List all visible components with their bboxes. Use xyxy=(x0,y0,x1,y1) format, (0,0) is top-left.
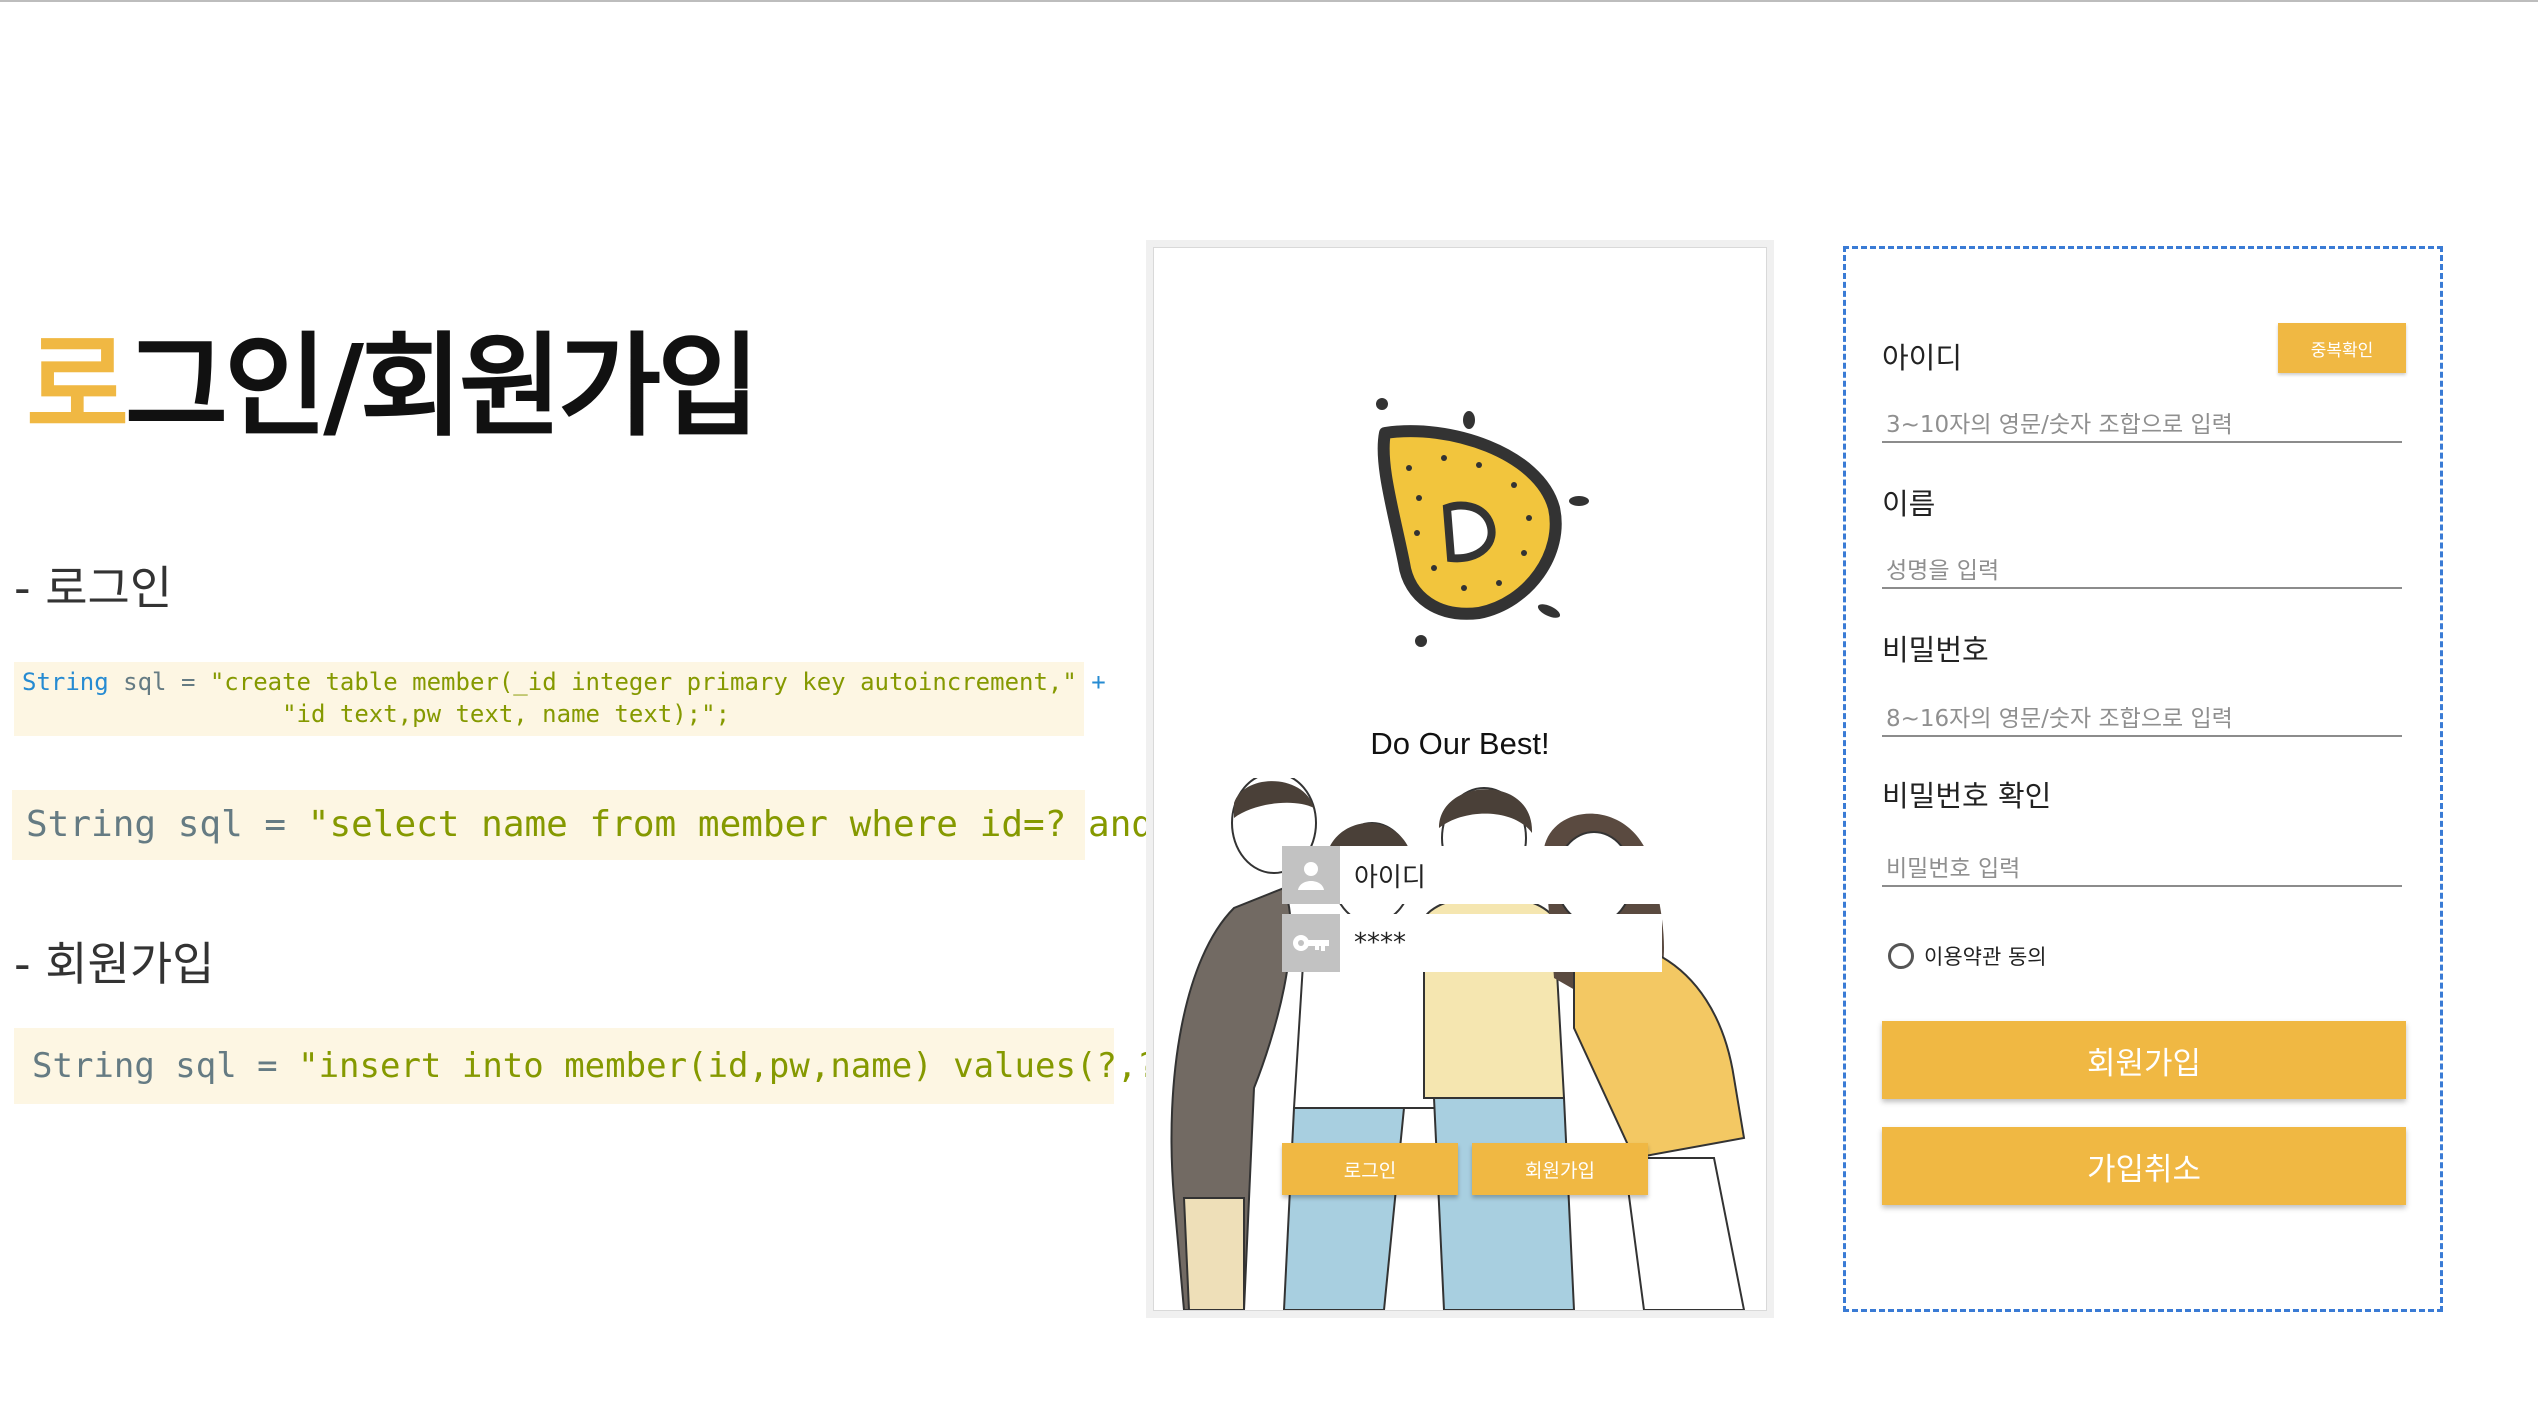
code-insert: String sql = "insert into member(id,pw,n… xyxy=(14,1028,1281,1104)
user-icon xyxy=(1282,846,1340,904)
signup-cancel-button[interactable]: 가입취소 xyxy=(1882,1127,2406,1205)
signup-name-label: 이름 xyxy=(1882,487,1936,521)
app-logo xyxy=(1376,398,1589,647)
login-password-field[interactable]: **** xyxy=(1282,914,1662,972)
signup-id-input[interactable]: 3~10자의 영문/숫자 조합으로 입력 xyxy=(1882,405,2402,443)
signup-name-input[interactable]: 성명을 입력 xyxy=(1882,551,2402,589)
login-screen: Do Our Best! 아이디 **** 로그인 회원가입 xyxy=(1146,240,1774,1318)
duplicate-check-button[interactable]: 중복확인 xyxy=(2278,323,2406,373)
slide-title-rest: 그인/회원가입 xyxy=(125,322,760,452)
login-id-field[interactable]: 아이디 xyxy=(1282,846,1662,904)
code-string: "insert into member(id,pw,name) values(?… xyxy=(298,1046,1281,1086)
login-screen-inner: Do Our Best! 아이디 **** 로그인 회원가입 xyxy=(1154,248,1766,1310)
section-signup-label: - 회원가입 xyxy=(14,937,215,991)
login-id-text: 아이디 xyxy=(1354,862,1426,893)
signup-password-label: 비밀번호 xyxy=(1882,633,1989,667)
key-icon xyxy=(1282,914,1340,972)
signup-password-confirm-label: 비밀번호 확인 xyxy=(1882,779,2052,813)
code-keyword: String xyxy=(22,668,109,696)
login-password-text: **** xyxy=(1354,928,1406,958)
signup-password-confirm-input[interactable]: 비밀번호 입력 xyxy=(1882,849,2402,887)
code-prefix: String sql = xyxy=(26,804,308,845)
code-prefix: String sql = xyxy=(32,1046,299,1086)
terms-agree-label: 이용약관 동의 xyxy=(1924,945,2047,969)
login-tagline: Do Our Best! xyxy=(1370,726,1550,761)
terms-agree[interactable]: 이용약관 동의 xyxy=(1888,941,2047,971)
code-create-table: String sql = "create table member(_id in… xyxy=(14,662,1106,736)
code-text: sql = xyxy=(108,668,210,696)
code-operator: + xyxy=(1076,668,1106,696)
code-string-line2: "id text,pw text, name text);"; xyxy=(22,700,731,728)
signup-submit-button[interactable]: 회원가입 xyxy=(1882,1021,2406,1099)
signup-id-label: 아이디 xyxy=(1882,341,1963,375)
signup-password-input[interactable]: 8~16자의 영문/숫자 조합으로 입력 xyxy=(1882,699,2402,737)
login-signup-button[interactable]: 회원가입 xyxy=(1472,1143,1648,1195)
code-select: String sql = "select name from member wh… xyxy=(12,790,1326,860)
slide-title-accent: 로 xyxy=(26,322,129,452)
terms-radio[interactable] xyxy=(1888,943,1914,969)
signup-screen: 아이디 중복확인 3~10자의 영문/숫자 조합으로 입력 이름 성명을 입력 … xyxy=(1843,246,2443,1312)
login-button[interactable]: 로그인 xyxy=(1282,1143,1458,1195)
slide-title: 로그인/회원가입 xyxy=(26,320,760,454)
section-login-label: - 로그인 xyxy=(14,561,173,615)
top-divider xyxy=(0,0,2538,2)
code-string: "create table member(_id integer primary… xyxy=(209,668,1077,696)
